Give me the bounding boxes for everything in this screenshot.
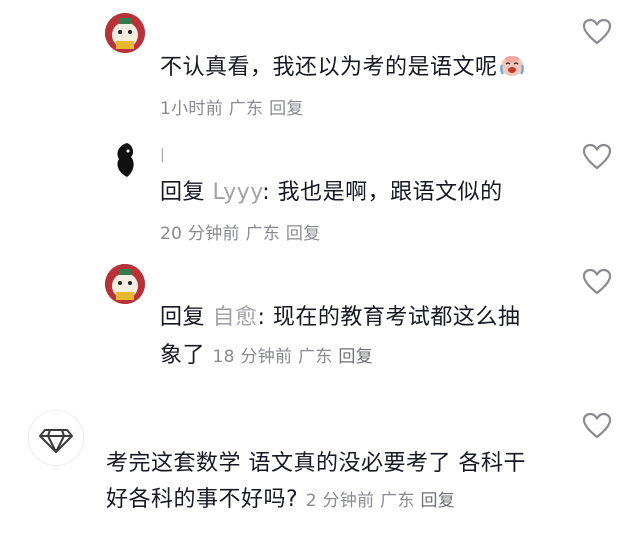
comment-item: 回复 自愈: 现在的教育考试都这么抽 象了 18 分钟前 广东 回复 [0, 250, 640, 380]
avatar[interactable] [105, 13, 145, 53]
comment-location: 广东 [228, 99, 264, 119]
comment-text-continued: 象了 18 分钟前 广东 回复 [160, 336, 373, 377]
comment-item: | 回复 Lyyy: 我也是啊，跟语文似的 20 分钟前 广东 回复 [0, 125, 640, 250]
comment-time: 20 分钟前 [160, 224, 240, 244]
comment-text: 不认真看，我还以为考的是语文呢 [160, 48, 526, 92]
comment-text: 回复 Lyyy: 我也是啊，跟语文似的 [160, 173, 503, 213]
comment-time: 1小时前 [160, 99, 224, 119]
bird-silhouette-avatar-image [105, 139, 145, 179]
like-heart-icon[interactable] [582, 143, 612, 171]
comment-meta: 18 分钟前 广东 回复 [213, 347, 374, 367]
avatar[interactable] [105, 139, 145, 179]
reply-target-username[interactable]: Lyyy [213, 180, 263, 205]
diamond-icon [39, 429, 73, 453]
reply-button[interactable]: 回复 [286, 224, 321, 244]
comment-item: 不认真看，我还以为考的是语文呢 1小时前 广东 回复 [0, 0, 640, 125]
comment-location: 广东 [380, 491, 415, 511]
like-heart-icon[interactable] [582, 268, 612, 296]
comment-text-continued: 好各科的事不好吗? 2 分钟前 广东 回复 [106, 480, 455, 521]
comment-text-line2: 象了 [160, 343, 206, 368]
comment-meta: 20 分钟前 广东 回复 [160, 219, 321, 244]
lucky-cat-avatar-image [105, 13, 145, 53]
reply-button[interactable]: 回复 [420, 491, 455, 511]
reply-prefix: 回复 [160, 305, 206, 330]
comment-meta: 2 分钟前 广东 回复 [306, 491, 455, 511]
reply-button[interactable]: 回复 [269, 99, 304, 119]
crying-laughing-emoji-icon [498, 52, 526, 92]
comment-time: 2 分钟前 [305, 491, 375, 511]
comment-time: 18 分钟前 [212, 347, 293, 367]
reply-target-username[interactable]: 自愈 [213, 305, 258, 330]
lucky-cat-avatar-image [105, 264, 145, 304]
comment-location: 广东 [298, 347, 333, 367]
comment-meta: 1小时前 广东 回复 [160, 94, 304, 119]
comment-text-line1: 考完这套数学 语文真的没必要考了 各科干 [106, 451, 526, 476]
comment-text-line1: : 现在的教育考试都这么抽 [257, 305, 521, 330]
like-heart-icon[interactable] [582, 18, 612, 46]
avatar[interactable] [105, 264, 145, 304]
comment-text-content: : 我也是啊，跟语文似的 [262, 180, 503, 205]
avatar[interactable] [28, 410, 84, 466]
like-heart-icon[interactable] [582, 412, 612, 440]
comment-location: 广东 [245, 224, 281, 244]
reply-prefix: 回复 [160, 180, 206, 205]
comment-text: 回复 自愈: 现在的教育考试都这么抽 [160, 298, 520, 338]
comment-text: 考完这套数学 语文真的没必要考了 各科干 [106, 444, 526, 484]
comment-item: 考完这套数学 语文真的没必要考了 各科干 好各科的事不好吗? 2 分钟前 广东 … [0, 380, 640, 538]
reply-button[interactable]: 回复 [338, 347, 373, 367]
comment-text-line2: 好各科的事不好吗? [106, 487, 299, 512]
comment-text-content: 不认真看，我还以为考的是语文呢 [160, 55, 498, 80]
comment-username[interactable]: | [160, 147, 165, 163]
